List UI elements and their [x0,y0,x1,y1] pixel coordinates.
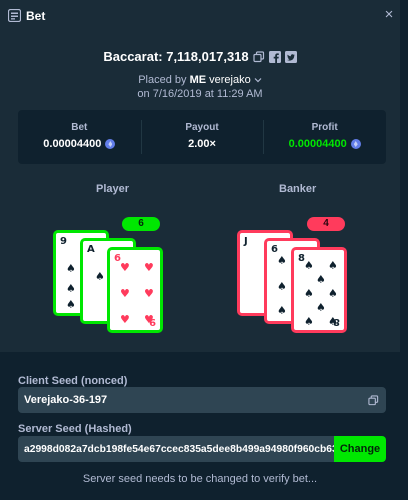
spade-icon: ♠ [95,270,105,283]
server-seed-value: a2998d082a7dcb198fe54e67ccec835a5dee8b49… [24,443,334,455]
stat-bet-label: Bet [71,122,88,133]
change-seed-button[interactable]: Change [334,436,386,462]
player-score-badge: 6 [122,217,160,231]
stat-bet-value: 0.00004400 [43,138,102,150]
copy-icon [367,394,378,405]
chevron-down-icon[interactable] [254,77,262,83]
user-badge: ME [189,74,207,86]
spade-icon: ♠ [328,287,338,300]
card-rank: 9 [60,236,67,247]
server-seed-field[interactable]: a2998d082a7dcb198fe54e67ccec835a5dee8b49… [18,436,334,462]
heart-icon: ♥ [120,313,130,326]
stat-profit-label: Profit [311,122,338,133]
stat-bet-value-row: 0.00004400 [18,138,141,150]
spade-icon: ♠ [304,287,314,300]
facebook-icon[interactable] [268,50,281,63]
twitter-icon[interactable] [284,50,297,63]
player-card-3: 6 9 ♥ ♥ ♥ ♥ ♥ ♥ [107,247,163,333]
player-label: Player [96,183,130,195]
spade-icon: ♠ [304,315,314,328]
heart-icon: ♥ [144,313,154,326]
spade-icon: ♠ [66,262,76,275]
placed-by-line: Placed by ME verejako [0,74,400,86]
stat-profit-value: 0.00004400 [288,138,347,150]
copy-client-seed-button[interactable] [360,387,386,413]
eth-coin-icon [105,139,116,149]
spade-icon: ♠ [277,280,287,293]
background-edge [400,0,408,500]
placed-by-prefix: Placed by [138,74,187,86]
heart-icon: ♥ [120,261,130,274]
card-rank: A [87,244,95,255]
verify-note: Server seed needs to be changed to verif… [82,473,318,485]
spade-icon: ♠ [66,282,76,295]
username-link[interactable]: verejako [209,74,251,86]
game-title: Baccarat: 7,118,017,318 [103,49,249,64]
spade-icon: ♠ [316,273,326,286]
client-seed-value: Verejako-36-197 [24,394,108,406]
stat-payout-value-row: 2.00× [141,138,264,150]
spade-icon: ♠ [328,315,338,328]
spade-icon: ♠ [304,259,314,272]
server-seed-label: Server Seed (Hashed) [18,423,132,435]
stat-payout: Payout 2.00× [140,110,264,164]
spade-icon: ♠ [328,259,338,272]
eth-coin-icon [350,139,361,149]
heart-icon: ♥ [144,287,154,300]
client-seed-label: Client Seed (nonced) [18,375,128,387]
spade-icon: ♠ [277,304,287,317]
stat-profit: Profit 0.00004400 [263,110,386,164]
banker-card-3: 8 8 ♠ ♠ ♠ ♠ ♠ ♠ ♠ ♠ [291,247,347,333]
heart-icon: ♥ [144,261,154,274]
bet-receipt-icon [8,9,21,22]
copy-link-icon[interactable] [253,50,265,63]
stat-bet: Bet 0.00004400 [18,110,141,164]
window-title: Bet [26,9,46,23]
title-bar: Bet × [0,0,400,32]
bet-date: on 7/16/2019 at 11:29 AM [137,88,263,100]
spade-icon: ♠ [316,301,326,314]
banker-score-badge: 4 [307,217,345,231]
bet-stats: Bet 0.00004400 Payout 2.00× Profit 0.000… [18,110,386,164]
game-title-row: Baccarat: 7,118,017,318 [0,49,400,64]
heart-icon: ♥ [120,287,130,300]
stat-payout-label: Payout [185,122,219,133]
banker-label: Banker [279,183,317,195]
client-seed-field[interactable]: Verejako-36-197 [18,387,386,413]
bet-modal: Bet × Baccarat: 7,118,017,318 Placed by … [0,0,400,500]
spade-icon: ♠ [277,254,287,267]
spade-icon: ♠ [66,298,76,311]
stat-payout-value: 2.00× [188,138,216,150]
card-rank: J [244,236,248,247]
stat-profit-value-row: 0.00004400 [263,138,386,150]
close-button[interactable]: × [381,7,397,23]
